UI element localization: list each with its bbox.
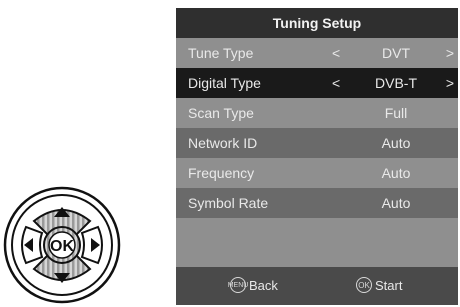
row-value: Full <box>384 105 408 121</box>
row-label: Scan Type <box>188 105 254 121</box>
remote-dpad: OK <box>2 185 122 305</box>
left-chevron-icon[interactable]: < <box>332 45 340 61</box>
start-button[interactable]: OK Start <box>356 277 402 293</box>
row-value: DVT <box>382 45 410 61</box>
row-label: Symbol Rate <box>188 195 269 211</box>
left-chevron-icon[interactable]: < <box>332 75 340 91</box>
menu-row-digital-type[interactable]: Digital Type < DVB-T > <box>176 68 458 98</box>
menu-key-icon: MENU <box>228 277 248 293</box>
back-button[interactable]: MENU Back <box>228 277 278 293</box>
row-label: Network ID <box>188 135 258 151</box>
row-value: Auto <box>381 165 411 181</box>
row-label: Digital Type <box>188 75 261 91</box>
right-chevron-icon[interactable]: > <box>446 45 454 61</box>
menu-row-scan-type[interactable]: Scan Type Full <box>176 98 458 128</box>
start-label: Start <box>375 277 403 293</box>
row-label: Frequency <box>188 165 255 181</box>
ok-button[interactable]: OK <box>43 226 81 264</box>
menu-row-symbol-rate[interactable]: Symbol Rate Auto <box>176 188 458 218</box>
left-arrow-button[interactable] <box>21 225 44 265</box>
menu-title: Tuning Setup <box>176 8 458 38</box>
row-value: Auto <box>381 195 411 211</box>
menu-row-frequency[interactable]: Frequency Auto <box>176 158 458 188</box>
row-value: DVB-T <box>375 75 417 91</box>
back-label: Back <box>249 277 278 293</box>
dpad-graphic: OK <box>3 186 121 304</box>
ok-key-icon: OK <box>356 277 372 293</box>
menu-row-network-id[interactable]: Network ID Auto <box>176 128 458 158</box>
menu-row-tune-type[interactable]: Tune Type < DVT > <box>176 38 458 68</box>
tuning-setup-menu: Tuning Setup Tune Type < DVT > Digital T… <box>176 8 458 305</box>
menu-empty-row <box>176 218 458 267</box>
right-arrow-button[interactable] <box>80 225 103 265</box>
row-label: Tune Type <box>188 45 254 61</box>
menu-footer: MENU Back OK Start <box>176 267 458 305</box>
ok-label: OK <box>50 238 74 255</box>
right-chevron-icon[interactable]: > <box>446 75 454 91</box>
row-value: Auto <box>381 135 411 151</box>
